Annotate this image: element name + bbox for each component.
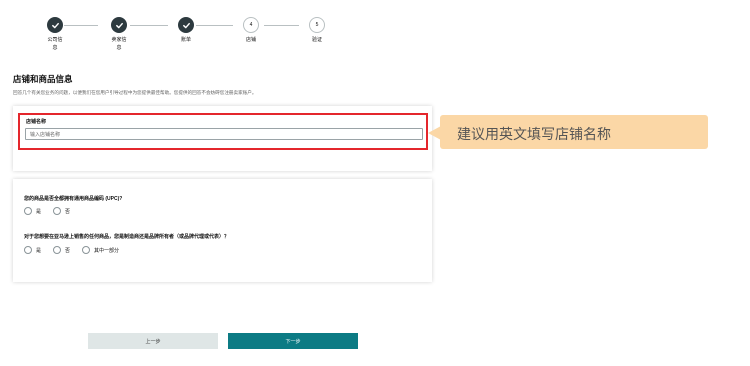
step-label: 账单 (180, 37, 191, 43)
page-description: 回答几个有关您业务的问题，以便我们在您用户引导过程中为您提供最佳帮助。您提供的回… (13, 90, 257, 95)
store-name-highlight: 店铺名称 输入店铺名称 (18, 113, 428, 150)
radio-label: 是 (36, 208, 42, 215)
step-label: 验证 (311, 37, 322, 43)
radio-label: 其中一部分 (94, 247, 120, 254)
step-number-circle: 5 (309, 17, 325, 33)
radio-yes[interactable] (24, 207, 32, 215)
tooltip-callout: 建议用英文填写店铺名称 (440, 115, 708, 149)
step-company-info: 公司信息 (35, 17, 75, 52)
radio-no[interactable] (53, 207, 62, 215)
step-seller-info: 卖家信息 (99, 17, 139, 52)
check-icon (47, 17, 63, 33)
store-name-input[interactable]: 输入店铺名称 (25, 128, 423, 140)
upc-options: 是 否 (24, 207, 82, 215)
page-title: 店铺和商品信息 (13, 74, 73, 84)
radio-some[interactable] (82, 246, 91, 254)
check-icon (178, 17, 194, 33)
radio-label: 否 (65, 208, 71, 215)
brand-owner-options: 是 否 其中一部分 (24, 246, 131, 254)
radio-no[interactable] (53, 246, 62, 254)
step-label: 店铺 (245, 37, 256, 43)
step-billing: 账单 (166, 17, 206, 44)
store-name-label: 店铺名称 (26, 119, 47, 125)
tooltip-text: 建议用英文填写店铺名称 (457, 126, 611, 142)
radio-label: 是 (36, 247, 42, 254)
next-button[interactable]: 下一步 (228, 333, 358, 349)
step-store: 4 店铺 (231, 17, 271, 44)
radio-yes[interactable] (24, 246, 32, 254)
previous-button[interactable]: 上一步 (88, 333, 218, 349)
step-label: 公司信息 (47, 37, 63, 51)
question-upc: 您的商品是否全都拥有通用商品编码 (UPC)? (24, 196, 123, 202)
progress-stepper: 公司信息 卖家信息 账单 4 店铺 5 验证 (0, 17, 750, 57)
step-number-circle: 4 (243, 17, 259, 33)
step-verification: 5 验证 (297, 17, 337, 44)
step-number: 5 (315, 22, 319, 28)
question-brand-owner: 对于您想要在亚马逊上销售的任何商品，您是制造商还是品牌所有者（或品牌代理或代表）… (24, 234, 230, 240)
step-number: 4 (249, 22, 253, 28)
check-icon (111, 17, 127, 33)
radio-label: 否 (65, 247, 71, 254)
step-label: 卖家信息 (111, 37, 127, 51)
